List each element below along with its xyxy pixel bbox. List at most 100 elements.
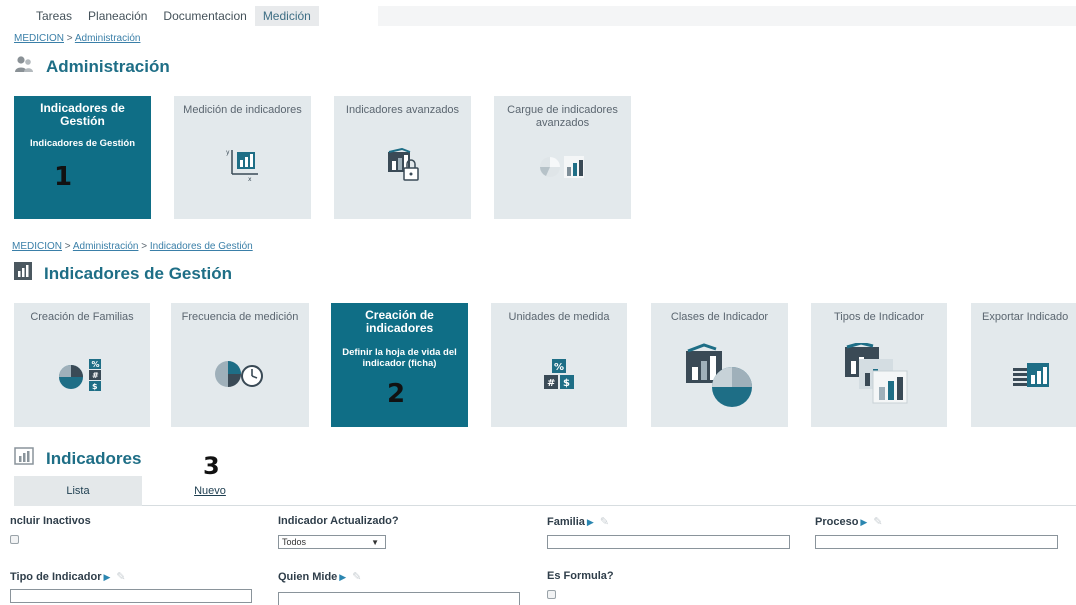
- incluir-inactivos-label: ncluir Inactivos: [10, 515, 91, 527]
- section-title: Indicadores de Gestión: [14, 262, 232, 285]
- users-icon: [14, 55, 34, 78]
- familia-input[interactable]: [547, 535, 790, 549]
- axis-chart-icon: y x: [226, 146, 260, 187]
- pie-clock-icon: [212, 359, 268, 394]
- tab-nuevo[interactable]: Nuevo: [142, 476, 278, 506]
- tile-cargue-indicadores[interactable]: Cargue de indicadores avanzados: [494, 96, 631, 219]
- tile-label: Indicadores de Gestión: [40, 101, 125, 128]
- tile-creacion-familias[interactable]: Creación de Familias % # $: [14, 303, 150, 427]
- tipo-indicador-label-text: Tipo de Indicador: [10, 571, 102, 583]
- pie-bar-icon: [538, 152, 588, 187]
- tipo-indicador-label[interactable]: Tipo de Indicador ▶ ✎: [10, 570, 126, 583]
- pencil-icon[interactable]: ✎: [600, 516, 609, 528]
- tile-indicadores-gestion[interactable]: Indicadores de Gestión Indicadores de Ge…: [14, 96, 151, 219]
- breadcrumb-mid[interactable]: Administración: [73, 241, 139, 252]
- tab-tareas[interactable]: Tareas: [28, 6, 80, 26]
- proceso-input[interactable]: [815, 535, 1058, 549]
- tab-documentacion[interactable]: Documentacion: [155, 6, 254, 26]
- top-search-bar[interactable]: [378, 6, 1076, 26]
- play-arrow-icon[interactable]: ▶: [103, 572, 110, 582]
- tab-medicion[interactable]: Medición: [254, 6, 319, 26]
- play-arrow-icon[interactable]: ▶: [860, 517, 867, 527]
- tile-clases-indicador[interactable]: Clases de Indicador: [651, 303, 788, 427]
- quien-mide-label-text: Quien Mide: [278, 571, 338, 583]
- indicador-actualizado-select[interactable]: Todos ▼: [278, 535, 386, 549]
- pencil-icon[interactable]: ✎: [116, 571, 125, 583]
- familia-label[interactable]: Familia ▶ ✎: [547, 515, 609, 528]
- play-arrow-icon[interactable]: ▶: [587, 517, 594, 527]
- svg-text:$: $: [92, 382, 98, 391]
- svg-text:%: %: [92, 360, 100, 369]
- tile-sub: Indicadores de Gestión: [29, 138, 136, 149]
- es-formula-label: Es Formula?: [547, 570, 614, 582]
- proceso-label[interactable]: Proceso ▶ ✎: [815, 515, 883, 528]
- tile-label: Creación de Familias: [30, 311, 134, 323]
- tab-planeacion[interactable]: Planeación: [80, 6, 155, 26]
- quien-mide-input[interactable]: [278, 592, 520, 605]
- proceso-label-text: Proceso: [815, 516, 859, 528]
- es-formula-checkbox[interactable]: [547, 590, 556, 599]
- tile-label: Tipos de Indicador: [833, 311, 925, 323]
- tile-exportar-indicadores[interactable]: Exportar Indicado: [971, 303, 1076, 427]
- bar-pie-icon: [682, 343, 758, 414]
- breadcrumb-separator: >: [141, 241, 148, 252]
- page-title-text: Administración: [46, 56, 170, 76]
- stacked-charts-icon: [841, 341, 917, 414]
- tab-divider: [142, 505, 1076, 506]
- indicadores-tabs: Lista Nuevo: [14, 476, 278, 506]
- page-title: Administración: [14, 55, 170, 78]
- pencil-icon[interactable]: ✎: [873, 516, 882, 528]
- pencil-icon[interactable]: ✎: [352, 571, 361, 583]
- tile-frecuencia-medicion[interactable]: Frecuencia de medición: [171, 303, 309, 427]
- tile-sub: Definir la hoja de vida del indicador (f…: [342, 347, 457, 369]
- caret-down-icon: ▼: [371, 538, 379, 547]
- breadcrumb-root[interactable]: MEDICION: [12, 241, 62, 252]
- tile-tipos-indicador[interactable]: Tipos de Indicador: [811, 303, 947, 427]
- step-marker-2: 2: [387, 379, 406, 409]
- svg-text:#: #: [547, 378, 555, 389]
- section-title-text: Indicadores: [46, 448, 142, 468]
- quien-mide-label[interactable]: Quien Mide ▶ ✎: [278, 570, 361, 583]
- svg-text:y: y: [226, 149, 230, 156]
- breadcrumb-separator: >: [64, 241, 71, 252]
- tile-label: Creación de indicadores: [365, 308, 434, 335]
- breadcrumb: MEDICION > Administración > Indicadores …: [12, 241, 253, 252]
- bar-chart-icon: [14, 262, 32, 285]
- svg-text:%: %: [554, 362, 564, 373]
- tipo-indicador-input[interactable]: [10, 589, 252, 603]
- top-nav-tabs: Tareas Planeación Documentacion Medición: [28, 6, 319, 26]
- tile-unidades-medida[interactable]: Unidades de medida % # $: [491, 303, 627, 427]
- export-chart-icon: [1011, 359, 1051, 394]
- breadcrumb-root[interactable]: MEDICION: [14, 33, 64, 44]
- step-marker-1: 1: [54, 162, 73, 192]
- pie-calc-icon: % # $: [57, 357, 107, 398]
- tile-label: Exportar Indicado: [982, 311, 1069, 323]
- tile-label: Medición de indicadores: [183, 104, 302, 116]
- tile-medicion-indicadores[interactable]: Medición de indicadores y x: [174, 96, 311, 219]
- tab-lista[interactable]: Lista: [14, 476, 142, 506]
- incluir-inactivos-checkbox[interactable]: [10, 535, 19, 544]
- breadcrumb-current[interactable]: Administración: [75, 33, 141, 44]
- section-title-text: Indicadores de Gestión: [44, 263, 232, 283]
- section-title: Indicadores: [14, 447, 141, 470]
- breadcrumb: MEDICION > Administración: [14, 33, 140, 44]
- svg-text:$: $: [563, 378, 570, 389]
- chart-doc-icon: [14, 447, 34, 470]
- familia-label-text: Familia: [547, 516, 585, 528]
- tile-label: Clases de Indicador: [670, 311, 769, 323]
- top-nav: Tareas Planeación Documentacion Medición: [0, 0, 1076, 30]
- select-value: Todos: [282, 537, 307, 547]
- svg-text:#: #: [92, 371, 99, 380]
- tile-label: Unidades de medida: [508, 311, 610, 323]
- play-arrow-icon[interactable]: ▶: [339, 572, 346, 582]
- tile-creacion-indicadores[interactable]: Creación de indicadores Definir la hoja …: [331, 303, 468, 427]
- tile-label: Indicadores avanzados: [345, 104, 460, 116]
- tile-label: Cargue de indicadores avanzados: [507, 104, 618, 129]
- svg-text:x: x: [248, 176, 252, 182]
- breadcrumb-current[interactable]: Indicadores de Gestión: [150, 241, 253, 252]
- breadcrumb-separator: >: [66, 33, 73, 44]
- units-icon: % # $: [541, 357, 577, 398]
- locked-chart-icon: [386, 147, 420, 189]
- tile-indicadores-avanzados[interactable]: Indicadores avanzados: [334, 96, 471, 219]
- tile-label: Frecuencia de medición: [181, 311, 299, 323]
